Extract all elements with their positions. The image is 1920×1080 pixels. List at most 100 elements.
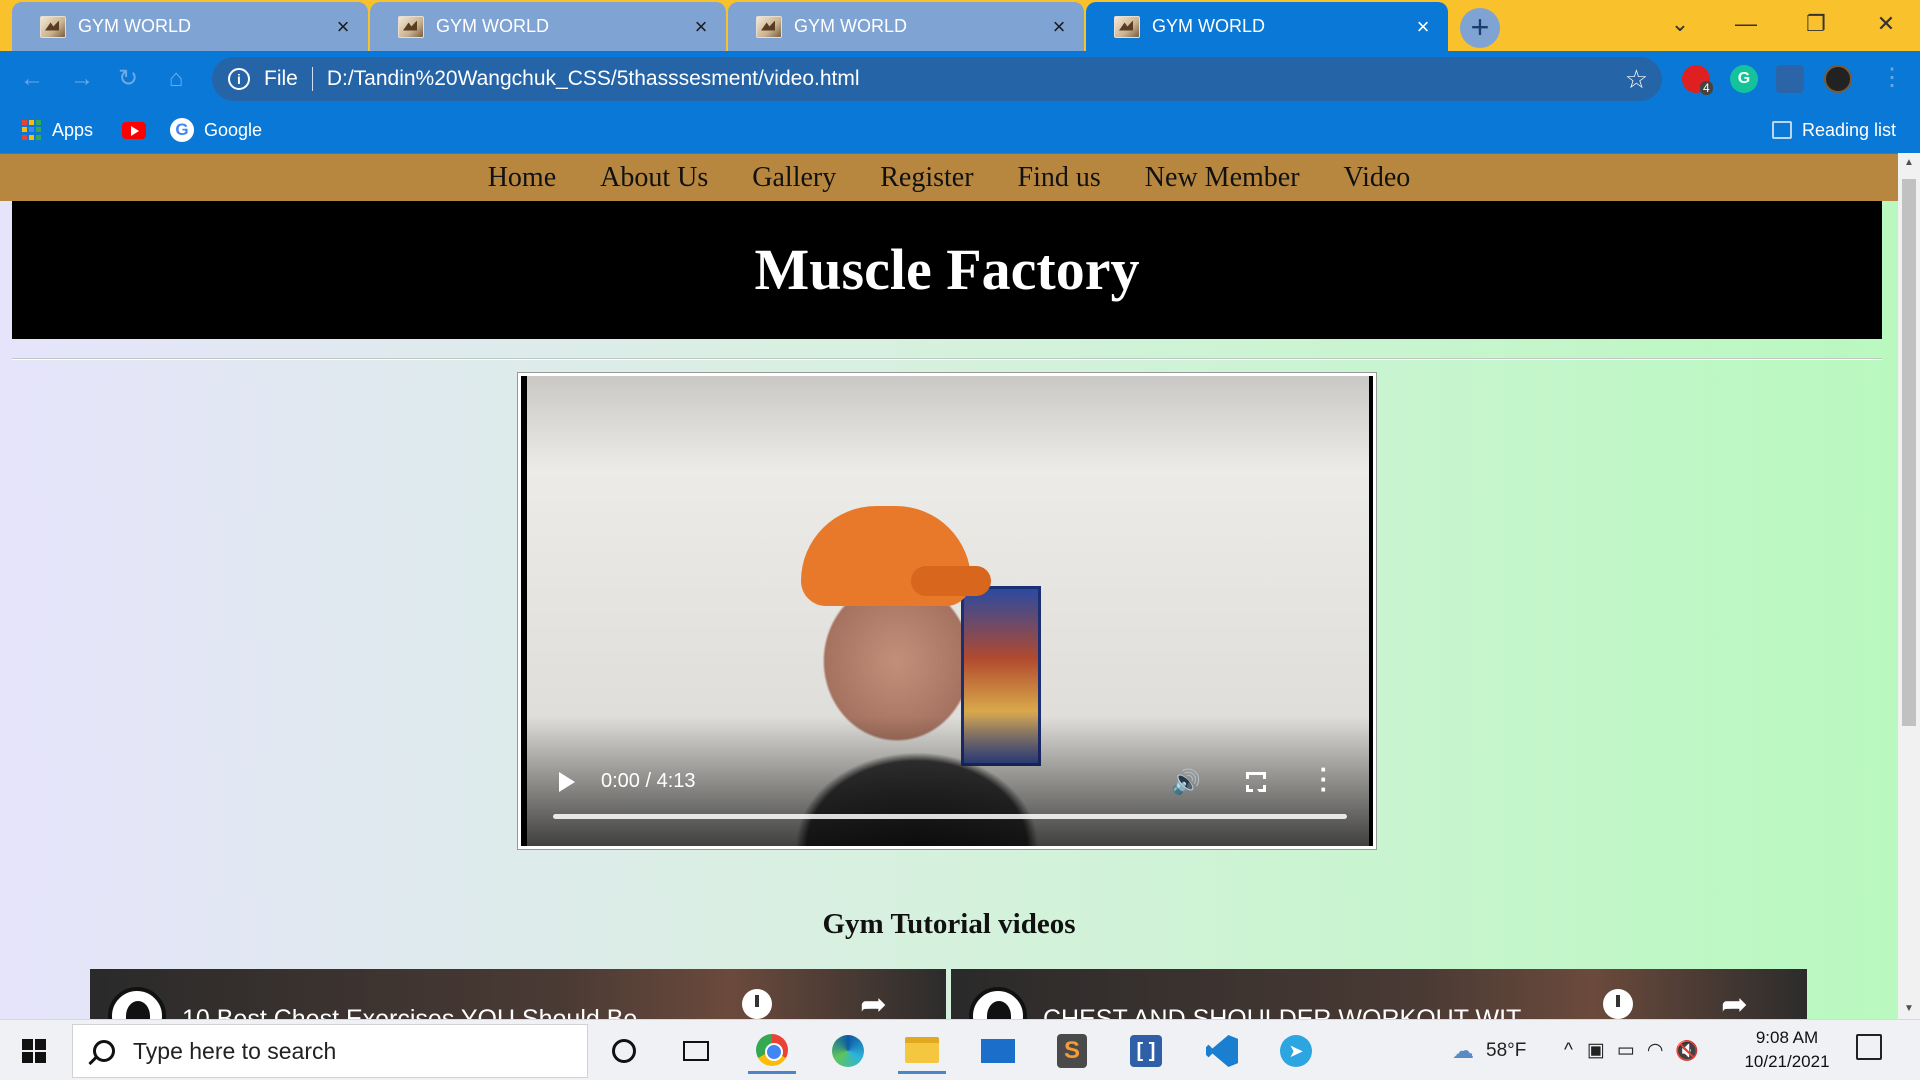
- youtube-embed-2[interactable]: CHEST AND SHOULDER WORKOUT WIT ➦: [951, 969, 1807, 1019]
- video-player[interactable]: 0:00 / 4:13 🔊 · · ·: [517, 372, 1377, 850]
- play-icon[interactable]: [559, 772, 575, 792]
- bookmark-youtube[interactable]: [122, 115, 156, 145]
- mail-icon[interactable]: [974, 1028, 1022, 1074]
- task-view-icon[interactable]: [672, 1028, 720, 1074]
- tab-close-icon[interactable]: ×: [1412, 14, 1434, 40]
- wifi-icon[interactable]: ◠: [1647, 1039, 1664, 1062]
- clock-time: 9:08 AM: [1755, 1028, 1819, 1047]
- scroll-down-arrow-icon[interactable]: ▼: [1898, 999, 1920, 1019]
- tab-close-icon[interactable]: ×: [690, 14, 712, 40]
- share-icon[interactable]: ➦: [1721, 985, 1748, 1019]
- notifications-icon[interactable]: [1856, 1034, 1882, 1060]
- extensions-puzzle-icon[interactable]: [1776, 65, 1804, 93]
- site-nav: Home About Us Gallery Register Find us N…: [0, 153, 1898, 201]
- watch-later-icon[interactable]: [1603, 989, 1633, 1019]
- grammarly-icon[interactable]: G: [1730, 65, 1758, 93]
- apps-grid-icon: [22, 120, 42, 140]
- youtube-embed-1[interactable]: 10 Best Chest Exercises YOU Should Be ➦: [90, 969, 946, 1019]
- divider: [311, 67, 313, 91]
- google-icon: G: [170, 118, 194, 142]
- telegram-icon[interactable]: ➤: [1272, 1028, 1320, 1074]
- site-info-icon[interactable]: i: [228, 68, 250, 90]
- vscode-icon[interactable]: [1198, 1028, 1246, 1074]
- scrollbar-thumb[interactable]: [1902, 179, 1916, 726]
- show-hidden-icons-icon[interactable]: ^: [1564, 1040, 1573, 1062]
- video-progress-bar[interactable]: [553, 814, 1347, 819]
- weather-widget[interactable]: ☁ 58°F: [1452, 1020, 1526, 1080]
- fullscreen-icon[interactable]: [1246, 772, 1266, 792]
- file-explorer-icon[interactable]: [898, 1028, 946, 1074]
- watch-later-icon[interactable]: [742, 989, 772, 1019]
- new-tab-button[interactable]: +: [1460, 8, 1500, 48]
- clock-date: 10/21/2021: [1744, 1052, 1830, 1071]
- taskbar-clock[interactable]: 9:08 AM 10/21/2021: [1742, 1026, 1832, 1074]
- site-title: Muscle Factory: [754, 237, 1140, 302]
- sublime-text-icon[interactable]: S: [1048, 1028, 1096, 1074]
- tab-close-icon[interactable]: ×: [332, 14, 354, 40]
- taskbar-search[interactable]: Type here to search: [72, 1024, 588, 1078]
- channel-logo-icon[interactable]: [108, 987, 166, 1019]
- url-scheme: File: [264, 67, 298, 90]
- forward-arrow-icon[interactable]: →: [66, 63, 98, 95]
- edge-icon[interactable]: [824, 1028, 872, 1074]
- back-arrow-icon[interactable]: ←: [16, 63, 48, 95]
- embed-title[interactable]: 10 Best Chest Exercises YOU Should Be: [182, 1005, 637, 1019]
- channel-logo-icon[interactable]: [969, 987, 1027, 1019]
- minimize-button[interactable]: —: [1726, 4, 1766, 44]
- windows-start-icon[interactable]: [22, 1039, 46, 1063]
- close-window-button[interactable]: ✕: [1866, 4, 1906, 44]
- home-icon[interactable]: ⌂: [160, 63, 192, 95]
- restore-button[interactable]: ❐: [1796, 4, 1836, 44]
- tab-strip: GYM WORLD × GYM WORLD × GYM WORLD × GYM …: [0, 0, 1920, 51]
- bookmarks-bar: Apps G Google Reading list: [0, 107, 1920, 153]
- bookmark-star-icon[interactable]: ☆: [1625, 64, 1648, 95]
- volume-icon[interactable]: 🔊: [1171, 768, 1201, 797]
- scroll-up-arrow-icon[interactable]: ▲: [1898, 153, 1920, 173]
- page-scrollbar[interactable]: ▲ ▼: [1898, 153, 1920, 1019]
- battery-icon[interactable]: ▭: [1617, 1039, 1635, 1062]
- tab-2[interactable]: GYM WORLD ×: [370, 2, 726, 51]
- nav-new-member[interactable]: New Member: [1145, 162, 1300, 194]
- bookmark-label: Apps: [52, 119, 94, 140]
- tab-title: GYM WORLD: [794, 16, 908, 36]
- nav-find-us[interactable]: Find us: [1018, 162, 1101, 194]
- tab-title: GYM WORLD: [436, 16, 550, 36]
- tab-close-icon[interactable]: ×: [1048, 14, 1070, 40]
- address-bar[interactable]: i File D:/Tandin%20Wangchuk_CSS/5thassse…: [212, 57, 1662, 101]
- meet-now-icon[interactable]: ▣: [1587, 1039, 1605, 1062]
- tab-3[interactable]: GYM WORLD ×: [728, 2, 1084, 51]
- volume-muted-icon[interactable]: 🔇: [1675, 1039, 1699, 1063]
- video-time: 0:00 / 4:13: [601, 770, 696, 792]
- tab-1[interactable]: GYM WORLD ×: [12, 2, 368, 51]
- url-text[interactable]: D:/Tandin%20Wangchuk_CSS/5thasssesment/v…: [327, 67, 860, 91]
- nav-about-us[interactable]: About Us: [600, 162, 708, 194]
- bookmark-apps[interactable]: Apps: [22, 115, 93, 145]
- profile-avatar[interactable]: [1824, 65, 1852, 93]
- reading-list-label: Reading list: [1802, 119, 1897, 140]
- chrome-icon[interactable]: [748, 1028, 796, 1074]
- tab-4-active[interactable]: GYM WORLD ×: [1086, 2, 1448, 51]
- reload-icon[interactable]: ↻: [112, 63, 144, 95]
- gym-favicon-icon: [40, 15, 66, 38]
- weather-temp: 58°F: [1486, 1039, 1527, 1061]
- nav-register[interactable]: Register: [880, 162, 973, 194]
- nav-gallery[interactable]: Gallery: [752, 162, 836, 194]
- search-icon: [93, 1040, 115, 1062]
- video-controls: 0:00 / 4:13 🔊 · · ·: [521, 746, 1373, 846]
- weather-icon: ☁: [1452, 1037, 1474, 1063]
- bookmark-google[interactable]: G Google: [170, 115, 262, 145]
- nav-video[interactable]: Video: [1344, 162, 1411, 194]
- extension-badge: 4: [1700, 81, 1713, 95]
- menu-kebab-icon[interactable]: ⋮: [1880, 63, 1904, 92]
- section-title: Gym Tutorial videos: [822, 908, 1076, 940]
- cortana-icon[interactable]: [600, 1028, 648, 1074]
- embed-title[interactable]: CHEST AND SHOULDER WORKOUT WIT: [1043, 1005, 1521, 1019]
- tab-title: GYM WORLD: [78, 16, 192, 36]
- reading-list-icon: [1772, 121, 1792, 139]
- more-options-icon[interactable]: · · ·: [1319, 756, 1329, 802]
- reading-list-button[interactable]: Reading list: [1772, 115, 1896, 145]
- share-icon[interactable]: ➦: [860, 985, 887, 1019]
- brackets-icon[interactable]: [ ]: [1122, 1028, 1170, 1074]
- tab-search-icon[interactable]: ⌄: [1660, 4, 1700, 44]
- nav-home[interactable]: Home: [488, 162, 556, 194]
